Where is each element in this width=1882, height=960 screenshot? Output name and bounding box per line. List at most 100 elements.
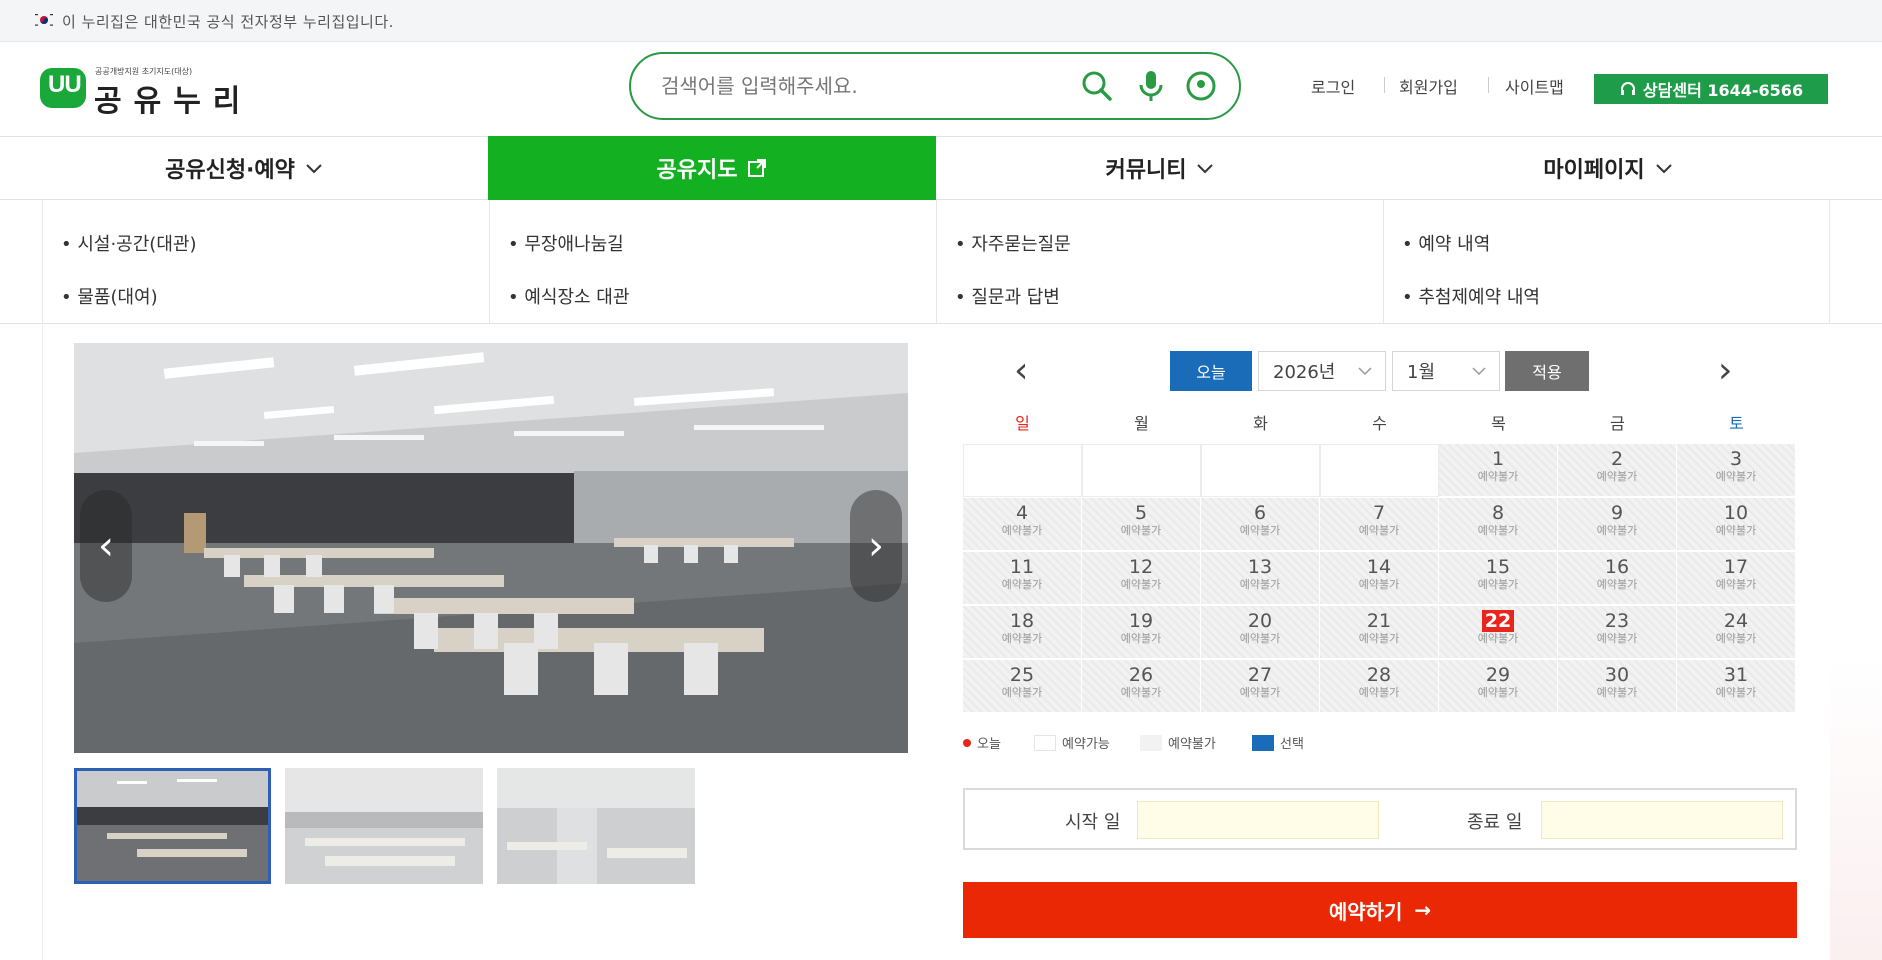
end-date-field[interactable]: [1541, 801, 1783, 839]
calendar-day-6[interactable]: 6 예약불가: [1201, 498, 1320, 551]
gov-banner: 이 누리집은 대한민국 공식 전자정부 누리집입니다.: [0, 0, 1882, 42]
submenu-column: • 시설·공간(대관) • 물품(대여): [42, 200, 489, 323]
legend-selected: 선택: [1252, 733, 1304, 752]
calendar-day-21[interactable]: 21 예약불가: [1320, 606, 1439, 659]
legend-today: 오늘: [963, 733, 1001, 752]
calendar-day-8[interactable]: 8 예약불가: [1439, 498, 1558, 551]
calendar-day-15[interactable]: 15 예약불가: [1439, 552, 1558, 605]
start-date-field[interactable]: [1137, 801, 1379, 839]
calendar-day-20[interactable]: 20 예약불가: [1201, 606, 1320, 659]
calendar-day-12[interactable]: 12 예약불가: [1082, 552, 1201, 605]
submenu-column: • 무장애나눔길 • 예식장소 대관: [489, 200, 936, 323]
calendar-day-3[interactable]: 3 예약불가: [1677, 444, 1796, 497]
nav-item-community[interactable]: 커뮤니티: [936, 137, 1384, 199]
calendar-apply-button[interactable]: 적용: [1505, 351, 1589, 391]
calendar-day-status: 예약불가: [1477, 524, 1519, 537]
gallery-thumbnail[interactable]: [285, 768, 483, 884]
calendar-day-30[interactable]: 30 예약불가: [1558, 660, 1677, 713]
nav-item-share-map[interactable]: 공유지도: [488, 136, 936, 200]
calendar-day-number: 14: [1366, 556, 1392, 578]
gallery-main-image: [74, 343, 908, 753]
legend-selected-label: 선택: [1280, 737, 1304, 752]
calendar-day-16[interactable]: 16 예약불가: [1558, 552, 1677, 605]
calendar-day-number: 15: [1485, 556, 1511, 578]
calendar-day-number: 10: [1723, 502, 1749, 524]
calendar-day-status: 예약불가: [1239, 578, 1281, 591]
search-icon[interactable]: [1079, 68, 1115, 104]
calendar-day-27[interactable]: 27 예약불가: [1201, 660, 1320, 713]
calendar-day-5[interactable]: 5 예약불가: [1082, 498, 1201, 551]
gallery-thumbnail[interactable]: [74, 768, 271, 884]
call-center-label: 상담센터 1644-6566: [1642, 81, 1804, 100]
calendar-day-17[interactable]: 17 예약불가: [1677, 552, 1796, 605]
gallery-thumbnail[interactable]: [497, 768, 695, 884]
calendar-day-number: 9: [1610, 502, 1624, 524]
calendar-day-29[interactable]: 29 예약불가: [1439, 660, 1558, 713]
calendar-day-23[interactable]: 23 예약불가: [1558, 606, 1677, 659]
legend-swatch: [1034, 734, 1056, 751]
calendar-day-13[interactable]: 13 예약불가: [1201, 552, 1320, 605]
calendar-day-number: 5: [1134, 502, 1148, 524]
reserve-button[interactable]: 예약하기 →: [963, 882, 1797, 938]
submenu-column: • 자주묻는질문 • 질문과 답변: [936, 200, 1383, 323]
calendar-day-10[interactable]: 10 예약불가: [1677, 498, 1796, 551]
calendar-day-18[interactable]: 18 예약불가: [963, 606, 1082, 659]
submenu-link-qna[interactable]: • 질문과 답변: [955, 283, 1060, 309]
calendar-day-26[interactable]: 26 예약불가: [1082, 660, 1201, 713]
signup-link[interactable]: 회원가입: [1399, 74, 1458, 98]
nav-item-apply-reserve[interactable]: 공유신청·예약: [0, 137, 488, 199]
calendar-day-7[interactable]: 7 예약불가: [1320, 498, 1439, 551]
site-logo[interactable]: UU 공공개방지원 초기지도(대상) 공유누리: [40, 62, 250, 119]
submenu-link-barrier-free[interactable]: • 무장애나눔길: [508, 230, 624, 256]
submenu-link-goods[interactable]: • 물품(대여): [61, 283, 158, 309]
calendar-day-19[interactable]: 19 예약불가: [1082, 606, 1201, 659]
calendar-day-2[interactable]: 2 예약불가: [1558, 444, 1677, 497]
calendar-day-22[interactable]: 22 예약불가: [1439, 606, 1558, 659]
submenu-link-wedding-venue[interactable]: • 예식장소 대관: [508, 283, 629, 309]
calendar-day-25[interactable]: 25 예약불가: [963, 660, 1082, 713]
calendar-day-number: 24: [1723, 610, 1749, 632]
calendar-day-24[interactable]: 24 예약불가: [1677, 606, 1796, 659]
month-select[interactable]: 1월: [1392, 351, 1500, 391]
submenu-link-faq[interactable]: • 자주묻는질문: [955, 230, 1071, 256]
gallery-next-button[interactable]: ›: [850, 490, 902, 602]
arrow-right-icon: →: [1414, 898, 1432, 922]
year-select[interactable]: 2026년: [1258, 351, 1386, 391]
login-link[interactable]: 로그인: [1311, 74, 1355, 98]
calendar-day-4[interactable]: 4 예약불가: [963, 498, 1082, 551]
calendar-day-1[interactable]: 1 예약불가: [1439, 444, 1558, 497]
calendar-day-number: 26: [1128, 664, 1154, 686]
calendar-day-status: 예약불가: [1120, 524, 1162, 537]
calendar-day-number: 19: [1128, 610, 1154, 632]
submenu-link-reservations[interactable]: • 예약 내역: [1402, 230, 1490, 256]
calendar-day-status: 예약불가: [1120, 632, 1162, 645]
submenu-link-lottery-reservations[interactable]: • 추첨제예약 내역: [1402, 283, 1540, 309]
calendar-prev-month-button[interactable]: ‹: [1014, 350, 1028, 391]
calendar-day-14[interactable]: 14 예약불가: [1320, 552, 1439, 605]
chevron-left-icon: ‹: [98, 523, 114, 569]
calendar-day-number: 20: [1247, 610, 1273, 632]
calendar-day-number: 31: [1723, 664, 1749, 686]
search-input[interactable]: [661, 54, 1061, 118]
divider: [1488, 77, 1489, 93]
submenu-link-facility[interactable]: • 시설·공간(대관): [61, 230, 196, 256]
divider: [1384, 77, 1385, 93]
calendar-day-28[interactable]: 28 예약불가: [1320, 660, 1439, 713]
calendar-day-number: 22: [1481, 610, 1515, 632]
call-center-button[interactable]: 상담센터 1644-6566: [1594, 74, 1828, 104]
calendar-day-9[interactable]: 9 예약불가: [1558, 498, 1677, 551]
calendar-day-status: 예약불가: [1477, 686, 1519, 699]
nav-item-mypage[interactable]: 마이페이지: [1384, 137, 1832, 199]
calendar-day-11[interactable]: 11 예약불가: [963, 552, 1082, 605]
chevron-down-icon: [1197, 164, 1214, 174]
weekday-label: 수: [1372, 414, 1387, 433]
gallery-prev-button[interactable]: ‹: [80, 490, 132, 602]
thumbnail-image: [497, 768, 695, 884]
calendar-day-number: 11: [1009, 556, 1035, 578]
sitemap-link[interactable]: 사이트맵: [1505, 74, 1564, 98]
microphone-icon[interactable]: [1133, 68, 1169, 104]
location-icon[interactable]: [1183, 68, 1219, 104]
calendar-today-button[interactable]: 오늘: [1170, 351, 1252, 391]
calendar-next-month-button[interactable]: ›: [1718, 350, 1732, 391]
calendar-day-31[interactable]: 31 예약불가: [1677, 660, 1796, 713]
